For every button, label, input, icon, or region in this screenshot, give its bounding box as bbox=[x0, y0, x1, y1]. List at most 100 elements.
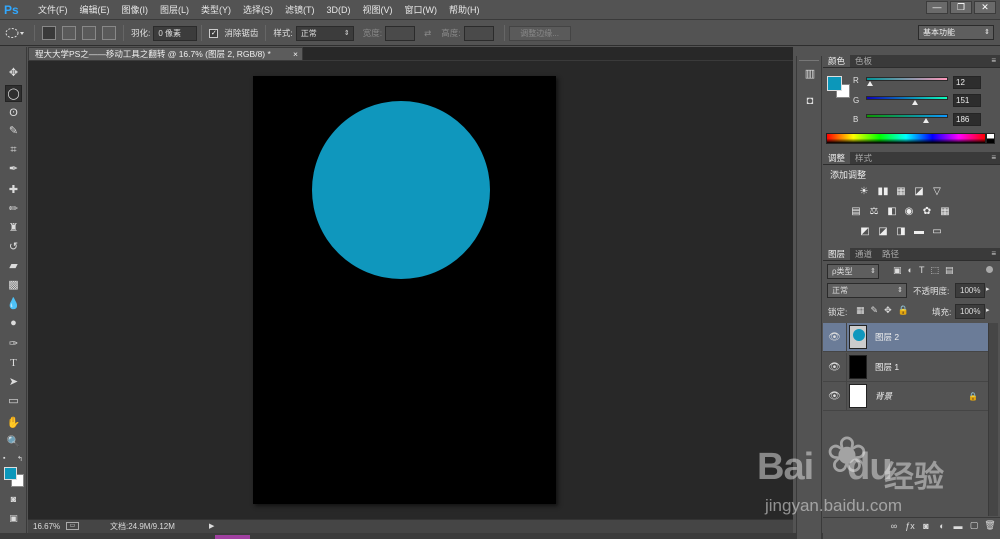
b-value-input[interactable]: 186 bbox=[953, 113, 981, 126]
fill-input[interactable]: 100% bbox=[955, 304, 985, 319]
quick-selection-tool-icon[interactable]: ✎ bbox=[5, 123, 22, 140]
layer-mask-icon[interactable]: ◙ bbox=[920, 521, 932, 531]
layer-name[interactable]: 图层 1 bbox=[875, 361, 899, 373]
rectangle-tool-icon[interactable]: ▭ bbox=[5, 393, 22, 410]
tab-styles[interactable]: 样式 bbox=[850, 152, 877, 164]
gradient-tool-icon[interactable]: ▩ bbox=[5, 277, 22, 294]
new-selection-icon[interactable] bbox=[42, 26, 56, 40]
levels-icon[interactable]: ▮▮ bbox=[876, 186, 890, 198]
channel-mixer-icon[interactable]: ✿ bbox=[920, 206, 934, 218]
tab-channels[interactable]: 通道 bbox=[850, 248, 877, 260]
clone-stamp-tool-icon[interactable]: ♜ bbox=[5, 220, 22, 237]
panel-menu-icon[interactable]: ≡ bbox=[991, 248, 996, 260]
visibility-eye-icon[interactable]: 👁 bbox=[823, 322, 847, 352]
color-balance-icon[interactable]: ⚖ bbox=[867, 206, 881, 218]
tool-preset-picker[interactable] bbox=[4, 24, 30, 42]
move-tool-icon[interactable]: ✥ bbox=[5, 65, 22, 82]
layer-name[interactable]: 背景 bbox=[875, 390, 892, 402]
gradient-map-icon[interactable]: ▬ bbox=[912, 226, 926, 238]
brush-tool-icon[interactable]: ✏ bbox=[5, 201, 22, 218]
lock-transparent-icon[interactable]: ▦ bbox=[856, 305, 865, 316]
tab-swatches[interactable]: 色板 bbox=[850, 55, 877, 67]
dock-grip[interactable] bbox=[799, 56, 819, 61]
new-group-icon[interactable]: ▬ bbox=[952, 521, 964, 531]
menu-filter[interactable]: 滤镜(T) bbox=[279, 0, 321, 20]
healing-brush-tool-icon[interactable]: ✚ bbox=[5, 182, 22, 199]
feather-input[interactable]: 0 像素 bbox=[153, 25, 198, 41]
lasso-tool-icon[interactable]: ʘ bbox=[5, 105, 22, 122]
pen-tool-icon[interactable]: ✑ bbox=[5, 336, 22, 353]
tab-color[interactable]: 颜色 bbox=[823, 55, 851, 67]
hand-tool-icon[interactable]: ✋ bbox=[5, 415, 22, 432]
black-white-ramp[interactable] bbox=[986, 133, 995, 144]
antialias-checkbox[interactable]: ✓ bbox=[209, 28, 219, 38]
status-menu-arrow-icon[interactable]: ▶ bbox=[209, 520, 214, 533]
opacity-arrow-icon[interactable]: ▸ bbox=[986, 285, 990, 293]
panel-menu-icon[interactable]: ≡ bbox=[991, 152, 996, 164]
menu-window[interactable]: 窗口(W) bbox=[399, 0, 444, 20]
panel-menu-icon[interactable]: ≡ bbox=[991, 55, 996, 67]
type-tool-icon[interactable]: T bbox=[5, 355, 22, 372]
brightness-contrast-icon[interactable]: ☀ bbox=[857, 186, 871, 198]
hue-saturation-icon[interactable]: ▤ bbox=[849, 206, 863, 218]
zoom-tool-icon[interactable]: 🔍 bbox=[5, 434, 22, 451]
black-white-icon[interactable]: ◧ bbox=[885, 206, 899, 218]
path-selection-tool-icon[interactable]: ➤ bbox=[5, 374, 22, 391]
invert-icon[interactable]: ◩ bbox=[858, 226, 872, 238]
posterize-icon[interactable]: ◪ bbox=[876, 226, 890, 238]
lock-position-icon[interactable]: ✥ bbox=[884, 305, 892, 316]
menu-view[interactable]: 视图(V) bbox=[357, 0, 399, 20]
filter-toggle-icon[interactable] bbox=[986, 266, 993, 273]
delete-layer-icon[interactable]: 🗑 bbox=[984, 520, 996, 531]
style-select[interactable]: 正常 ⇕ bbox=[295, 25, 354, 41]
tab-layers[interactable]: 图层 bbox=[823, 248, 851, 260]
menu-3d[interactable]: 3D(D) bbox=[321, 0, 357, 20]
tab-paths[interactable]: 路径 bbox=[877, 248, 904, 260]
filter-smart-object-icon[interactable]: ▤ bbox=[945, 265, 954, 276]
add-selection-icon[interactable] bbox=[62, 26, 76, 40]
layer-style-icon[interactable]: ƒx bbox=[904, 521, 916, 531]
default-colors-icon[interactable]: ▪ bbox=[3, 455, 5, 462]
filter-adjustment-icon[interactable]: ◐ bbox=[908, 265, 913, 276]
menu-help[interactable]: 帮助(H) bbox=[443, 0, 486, 20]
layer-name[interactable]: 图层 2 bbox=[875, 331, 899, 343]
refine-edge-button[interactable]: 调整边缘... bbox=[508, 25, 571, 41]
r-slider[interactable] bbox=[866, 77, 948, 81]
menu-type[interactable]: 类型(Y) bbox=[195, 0, 237, 20]
color-foreground-swatch[interactable] bbox=[827, 76, 842, 91]
minimize-button[interactable]: — bbox=[926, 1, 948, 14]
eraser-tool-icon[interactable]: ▰ bbox=[5, 258, 22, 275]
blend-mode-select[interactable]: 正常 ⇕ bbox=[827, 283, 907, 298]
new-layer-icon[interactable]: ▢ bbox=[968, 520, 980, 531]
screen-mode-icon[interactable]: ▣ bbox=[5, 510, 22, 527]
restore-button[interactable]: ❐ bbox=[950, 1, 972, 14]
history-panel-icon[interactable]: ▥ bbox=[802, 66, 818, 82]
r-value-input[interactable]: 12 bbox=[953, 76, 981, 89]
b-slider[interactable] bbox=[866, 114, 948, 118]
quick-mask-icon[interactable]: ◙ bbox=[5, 491, 22, 508]
blue-circle-shape[interactable] bbox=[312, 101, 490, 279]
blur-tool-icon[interactable]: 💧 bbox=[5, 296, 22, 313]
fill-arrow-icon[interactable]: ▸ bbox=[986, 306, 990, 314]
workspace-select[interactable]: 基本功能 ⇕ bbox=[918, 25, 994, 40]
g-value-input[interactable]: 151 bbox=[953, 94, 981, 107]
menu-image[interactable]: 图像(I) bbox=[116, 0, 155, 20]
vibrance-icon[interactable]: ▽ bbox=[930, 186, 944, 198]
color-spectrum-bar[interactable] bbox=[826, 133, 986, 144]
swap-colors-icon[interactable]: ↰ bbox=[17, 455, 23, 463]
layers-scrollbar[interactable] bbox=[988, 323, 998, 516]
zoom-level[interactable]: 16.67% bbox=[33, 520, 60, 533]
menu-layer[interactable]: 图层(L) bbox=[154, 0, 195, 20]
intersect-selection-icon[interactable] bbox=[102, 26, 116, 40]
filter-type-icon[interactable]: T bbox=[919, 265, 925, 276]
new-adjustment-icon[interactable]: ◐ bbox=[936, 521, 948, 531]
status-preview-icon[interactable]: ▭ bbox=[66, 522, 79, 530]
menu-file[interactable]: 文件(F) bbox=[32, 0, 74, 20]
filter-pixel-icon[interactable]: ▣ bbox=[893, 265, 902, 276]
visibility-eye-icon[interactable]: 👁 bbox=[823, 352, 847, 382]
layer-row-selected[interactable]: 👁 图层 2 bbox=[823, 322, 988, 352]
r-slider-knob[interactable] bbox=[866, 81, 873, 86]
history-brush-tool-icon[interactable]: ↺ bbox=[5, 239, 22, 256]
height-input[interactable] bbox=[463, 25, 494, 41]
swap-icon[interactable]: ⇄ bbox=[421, 28, 434, 39]
